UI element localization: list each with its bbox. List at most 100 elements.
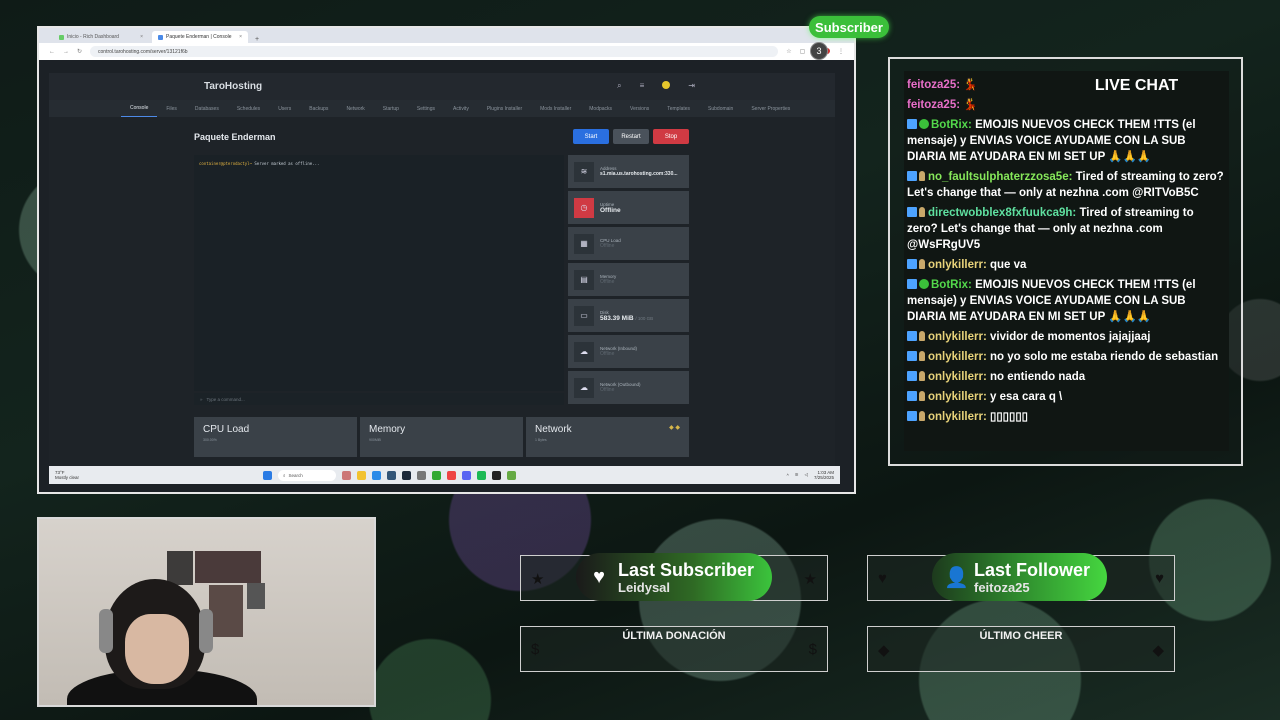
nav-tab-startup[interactable]: Startup bbox=[374, 100, 408, 117]
wifi-icon: ≋ bbox=[574, 161, 594, 182]
nav-tab-mods-installer[interactable]: Mods Installer bbox=[531, 100, 580, 117]
reload-icon[interactable]: ↻ bbox=[77, 48, 82, 55]
file-explorer-icon[interactable] bbox=[357, 470, 366, 480]
nav-tab-files[interactable]: Files bbox=[157, 100, 186, 117]
clock-date: 7/25/2025 bbox=[813, 475, 834, 480]
nav-tab-console[interactable]: Console bbox=[121, 100, 158, 117]
nav-tab-activity[interactable]: Activity bbox=[444, 100, 478, 117]
weather-widget[interactable]: 73°F Mostly clear bbox=[55, 470, 255, 480]
chat-username[interactable]: onlykillerr: bbox=[928, 371, 987, 383]
chat-username[interactable]: no_faultsulphaterzzosa5e: bbox=[928, 171, 1072, 183]
chat-message: onlykillerr: no entiendo nada bbox=[907, 369, 1226, 385]
nav-tab-server-properties[interactable]: Server Properties bbox=[742, 100, 799, 117]
restart-button[interactable]: Restart bbox=[613, 129, 649, 144]
live-chat-frame: LIVE CHAT feitoza25: 💃 feitoza25: 💃 BotRix… bbox=[888, 57, 1243, 466]
new-tab-button[interactable]: + bbox=[251, 36, 263, 43]
chat-title: LIVE CHAT bbox=[1094, 77, 1179, 94]
search-icon[interactable]: ⌕ bbox=[617, 81, 621, 91]
minecraft-icon[interactable] bbox=[507, 470, 516, 480]
close-tab-icon[interactable]: × bbox=[239, 34, 242, 40]
nav-tab-modpacks[interactable]: Modpacks bbox=[580, 100, 621, 117]
nav-tab-backups[interactable]: Backups bbox=[300, 100, 337, 117]
chat-badge-icon bbox=[919, 391, 925, 401]
stat-uptime: ◷ Uptime Offline bbox=[568, 191, 689, 224]
wifi-icon[interactable]: ≋ bbox=[795, 472, 799, 478]
nav-tab-plugins-installer[interactable]: Plugins Installer bbox=[478, 100, 531, 117]
chevron-up-icon[interactable]: ^ bbox=[787, 473, 789, 478]
stat-disk: ▭ Disk 583.39 MiB / 100 GB bbox=[568, 299, 689, 332]
graph-title: CPU Load bbox=[203, 424, 250, 435]
panel-logo[interactable]: TaroHosting bbox=[204, 81, 262, 92]
windows-start-icon[interactable] bbox=[263, 470, 272, 480]
dollar-icon: $ bbox=[531, 641, 540, 658]
heart-icon: ♥ bbox=[878, 570, 887, 587]
forward-icon[interactable]: → bbox=[63, 49, 69, 55]
last-subscriber-title: Last Subscriber bbox=[618, 559, 755, 580]
chat-message: onlykillerr: que va bbox=[907, 257, 1226, 273]
taskbar-clock[interactable]: 1:03 AM 7/25/2025 bbox=[814, 470, 834, 480]
graphs-row: CPU Load 300.00% Memory 900MiB ◆ ◆ Netwo… bbox=[194, 417, 689, 457]
notification-count-badge: 3 bbox=[810, 42, 828, 60]
chat-username[interactable]: directwobblex8fxfuukca9h: bbox=[928, 207, 1076, 219]
menu-kebab-icon[interactable]: ⋮ bbox=[838, 48, 844, 55]
edge-icon[interactable] bbox=[372, 470, 381, 480]
chat-message: onlykillerr: ▯▯▯▯▯▯ bbox=[907, 409, 1226, 425]
layers-icon[interactable]: ≡ bbox=[640, 81, 645, 91]
panel-body: Paquete Enderman Start Restart Stop cont… bbox=[49, 117, 835, 466]
steam-icon[interactable] bbox=[402, 470, 411, 480]
start-button[interactable]: Start bbox=[573, 129, 609, 144]
wall-poster bbox=[209, 585, 243, 637]
stat-network-out: ☁ Network (Outbound) Offline bbox=[568, 371, 689, 404]
discord-icon[interactable] bbox=[462, 470, 471, 480]
nav-tab-users[interactable]: Users bbox=[269, 100, 300, 117]
stop-button[interactable]: Stop bbox=[653, 129, 689, 144]
platform-badge-icon bbox=[907, 171, 917, 181]
chat-badge-icon bbox=[919, 171, 925, 181]
close-tab-icon[interactable]: × bbox=[140, 34, 143, 40]
nav-tab-settings[interactable]: Settings bbox=[408, 100, 444, 117]
tab-label: Inicio - Rich Dashboard bbox=[67, 34, 119, 40]
logout-icon[interactable]: ⇥ bbox=[688, 81, 695, 91]
volume-icon[interactable]: ◁ bbox=[805, 472, 808, 478]
chat-username[interactable]: onlykillerr: bbox=[928, 391, 987, 403]
app-icon[interactable] bbox=[342, 470, 351, 480]
nav-tab-schedules[interactable]: Schedules bbox=[228, 100, 269, 117]
clock-icon: ◷ bbox=[574, 197, 594, 218]
browser-tab-strip: Inicio - Rich Dashboard × Paquete Enderm… bbox=[39, 28, 854, 43]
extensions-icon[interactable]: ▢ bbox=[800, 48, 806, 55]
cheer-label: ÚLTIMO CHEER bbox=[979, 630, 1063, 642]
browser-tab-console[interactable]: Paquete Enderman | Console × bbox=[152, 31, 248, 43]
browser-tab-dashboard[interactable]: Inicio - Rich Dashboard × bbox=[53, 31, 149, 43]
platform-badge-icon bbox=[907, 259, 917, 269]
chat-username[interactable]: onlykillerr: bbox=[928, 259, 987, 271]
bookmark-star-icon[interactable]: ☆ bbox=[786, 48, 791, 55]
chat-username[interactable]: onlykillerr: bbox=[928, 331, 987, 343]
chat-username[interactable]: BotRix: bbox=[931, 119, 972, 131]
stat-value: Offline bbox=[600, 387, 615, 393]
chat-username[interactable]: BotRix: bbox=[931, 279, 972, 291]
app-icon[interactable] bbox=[432, 470, 441, 480]
nav-tab-databases[interactable]: Databases bbox=[186, 100, 228, 117]
nav-tab-versions[interactable]: Versions bbox=[621, 100, 658, 117]
app-icon[interactable] bbox=[417, 470, 426, 480]
nav-tab-templates[interactable]: Templates bbox=[658, 100, 699, 117]
server-stats: ≋ Address s1.mia.us.tarohosting.com:330..… bbox=[568, 155, 689, 404]
nav-tab-subdomain[interactable]: Subdomain bbox=[699, 100, 742, 117]
spotify-icon[interactable] bbox=[477, 470, 486, 480]
user-avatar[interactable] bbox=[662, 81, 671, 89]
chat-username[interactable]: onlykillerr: bbox=[928, 411, 987, 423]
chat-message: BotRix: EMOJIS NUEVOS CHECK THEM !TTS (e… bbox=[907, 277, 1226, 325]
chat-username[interactable]: onlykillerr: bbox=[928, 351, 987, 363]
back-icon[interactable]: ← bbox=[49, 49, 55, 55]
chat-username[interactable]: feitoza25: bbox=[907, 99, 960, 111]
chat-badge-icon bbox=[919, 371, 925, 381]
chat-text: que va bbox=[986, 259, 1027, 271]
url-bar[interactable]: control.tarohosting.com/server/13121f6b bbox=[90, 46, 779, 57]
console-input[interactable]: » Type a command... bbox=[194, 393, 564, 405]
chat-badge-icon bbox=[919, 207, 925, 217]
app-icon[interactable] bbox=[387, 470, 396, 480]
app-icon[interactable] bbox=[492, 470, 501, 480]
chrome-icon[interactable] bbox=[447, 470, 456, 480]
taskbar-search[interactable]: ⌕ Search bbox=[278, 469, 336, 481]
nav-tab-network[interactable]: Network bbox=[337, 100, 373, 117]
